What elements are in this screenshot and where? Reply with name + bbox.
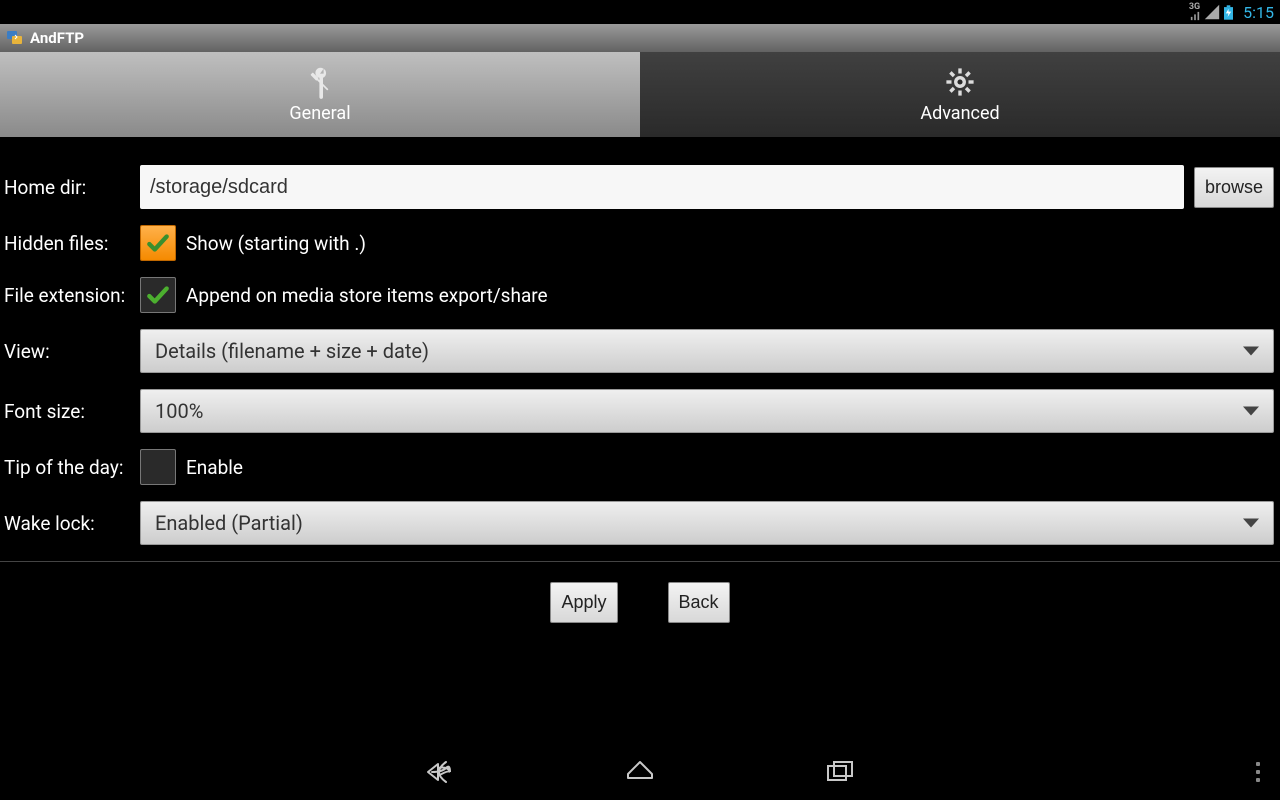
font-size-select-value: 100% [155,399,203,423]
hidden-files-text: Show (starting with .) [186,232,366,255]
nav-recents-button[interactable] [740,744,940,800]
nav-home-button[interactable] [540,744,740,800]
check-icon [145,282,171,308]
row-tip-of-day: Tip of the day: Enable [0,441,1280,493]
view-select-value: Details (filename + size + date) [155,339,429,363]
navigation-bar [0,744,1280,800]
wake-lock-label: Wake lock: [4,512,130,535]
tip-label: Tip of the day: [4,456,130,479]
wake-lock-select-value: Enabled (Partial) [155,511,303,535]
home-icon [622,754,658,790]
file-extension-label: File extension: [4,284,130,307]
tab-general-label: General [289,103,350,124]
tab-advanced[interactable]: Advanced [640,52,1280,137]
back-icon [422,754,458,790]
wrench-icon [303,65,337,99]
gear-icon [943,65,977,99]
app-icon [6,29,24,47]
tab-advanced-label: Advanced [920,103,999,124]
row-view: View: Details (filename + size + date) [0,321,1280,381]
status-bar: 3G 5:15 [0,0,1280,24]
font-size-label: Font size: [4,400,130,423]
battery-icon [1224,5,1233,20]
tip-text: Enable [186,456,243,479]
browse-button[interactable]: browse [1194,167,1274,208]
network-3g-indicator: 3G [1189,3,1200,21]
apply-button[interactable]: Apply [550,582,617,623]
hidden-files-label: Hidden files: [4,232,130,255]
back-button[interactable]: Back [668,582,730,623]
check-icon [145,230,171,256]
tab-bar: General Advanced [0,52,1280,137]
tip-checkbox[interactable] [140,449,176,485]
font-size-select[interactable]: 100% [140,389,1274,433]
row-font-size: Font size: 100% [0,381,1280,441]
row-wake-lock: Wake lock: Enabled (Partial) [0,493,1280,553]
wake-lock-select[interactable]: Enabled (Partial) [140,501,1274,545]
file-extension-text: Append on media store items export/share [186,284,548,307]
file-extension-checkbox[interactable] [140,277,176,313]
dot-icon [1256,770,1260,774]
nav-menu-button[interactable] [1256,762,1260,782]
dot-icon [1256,762,1260,766]
row-file-extension: File extension: Append on media store it… [0,269,1280,321]
nav-back-button[interactable] [340,744,540,800]
app-title: AndFTP [30,29,84,47]
row-hidden-files: Hidden files: Show (starting with .) [0,217,1280,269]
view-label: View: [4,340,130,363]
recents-icon [822,754,858,790]
row-home-dir: Home dir: browse [0,157,1280,217]
title-bar: AndFTP [0,24,1280,52]
tab-general[interactable]: General [0,52,640,137]
home-dir-input[interactable] [140,165,1184,209]
hidden-files-checkbox[interactable] [140,225,176,261]
settings-panel: Home dir: browse Hidden files: Show (sta… [0,157,1280,643]
clock: 5:15 [1243,3,1274,22]
dot-icon [1256,778,1260,782]
view-select[interactable]: Details (filename + size + date) [140,329,1274,373]
signal-icon [1204,4,1220,20]
action-row: Apply Back [0,562,1280,643]
home-dir-label: Home dir: [4,176,130,199]
